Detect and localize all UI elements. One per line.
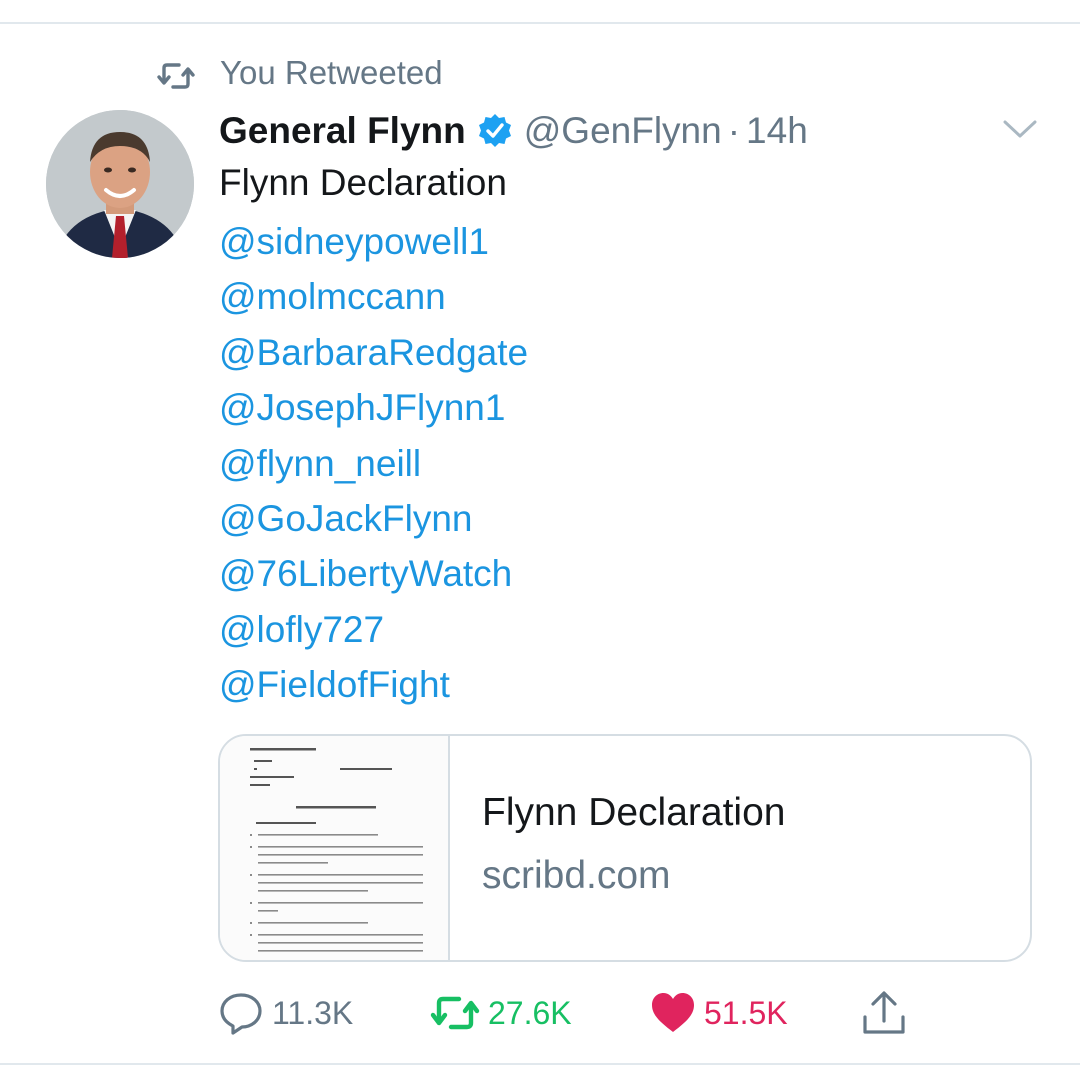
retweet-icon xyxy=(157,63,195,89)
mention-link[interactable]: @BarbaraRedgate xyxy=(219,329,528,384)
retweeted-label: You Retweeted xyxy=(220,54,443,91)
retweet-count: 27.6K xyxy=(488,994,572,1031)
avatar[interactable] xyxy=(46,110,194,258)
card-domain: scribd.com xyxy=(482,854,671,897)
mention-link[interactable]: @JosephJFlynn1 xyxy=(219,384,528,439)
share-button[interactable] xyxy=(860,988,908,1038)
like-button[interactable]: 51.5K xyxy=(650,988,788,1038)
chevron-down-icon[interactable] xyxy=(1000,116,1040,142)
reply-count: 11.3K xyxy=(272,994,354,1031)
top-divider xyxy=(0,22,1080,24)
mention-link[interactable]: @flynn_neill xyxy=(219,440,528,495)
retweet-icon xyxy=(430,996,480,1030)
document-page-image xyxy=(250,748,423,952)
action-bar: 11.3K 27.6K 51.5K xyxy=(218,988,938,1038)
like-count: 51.5K xyxy=(704,994,788,1031)
heart-icon xyxy=(652,993,694,1032)
mention-link[interactable]: @FieldofFight xyxy=(219,661,528,716)
document-thumbnail xyxy=(220,736,450,960)
tweet-header: General Flynn @GenFlynn · 14h xyxy=(219,106,808,156)
tweet-timestamp[interactable]: 14h xyxy=(746,110,808,152)
mention-link[interactable]: @76LibertyWatch xyxy=(219,550,528,605)
reply-icon xyxy=(220,993,262,1035)
separator-dot: · xyxy=(727,110,741,151)
author-name[interactable]: General Flynn xyxy=(219,110,466,152)
share-icon xyxy=(863,991,905,1034)
card-title: Flynn Declaration xyxy=(482,791,786,834)
verified-badge-icon xyxy=(478,114,511,147)
mention-link[interactable]: @GoJackFlynn xyxy=(219,495,528,550)
mention-link[interactable]: @lofly727 xyxy=(219,606,528,661)
mention-link[interactable]: @molmccann xyxy=(219,273,528,328)
tweet-text: Flynn Declaration xyxy=(219,162,507,203)
retweet-button[interactable]: 27.6K xyxy=(430,988,572,1038)
author-handle[interactable]: @GenFlynn xyxy=(524,110,722,152)
link-preview-card[interactable]: Flynn Declaration scribd.com xyxy=(218,734,1032,962)
avatar-image xyxy=(46,110,194,258)
bottom-divider xyxy=(0,1063,1080,1065)
reply-button[interactable]: 11.3K xyxy=(218,988,353,1038)
mention-link[interactable]: @sidneypowell1 xyxy=(219,218,528,273)
mention-list: @sidneypowell1 @molmccann @BarbaraRedgat… xyxy=(219,218,528,717)
